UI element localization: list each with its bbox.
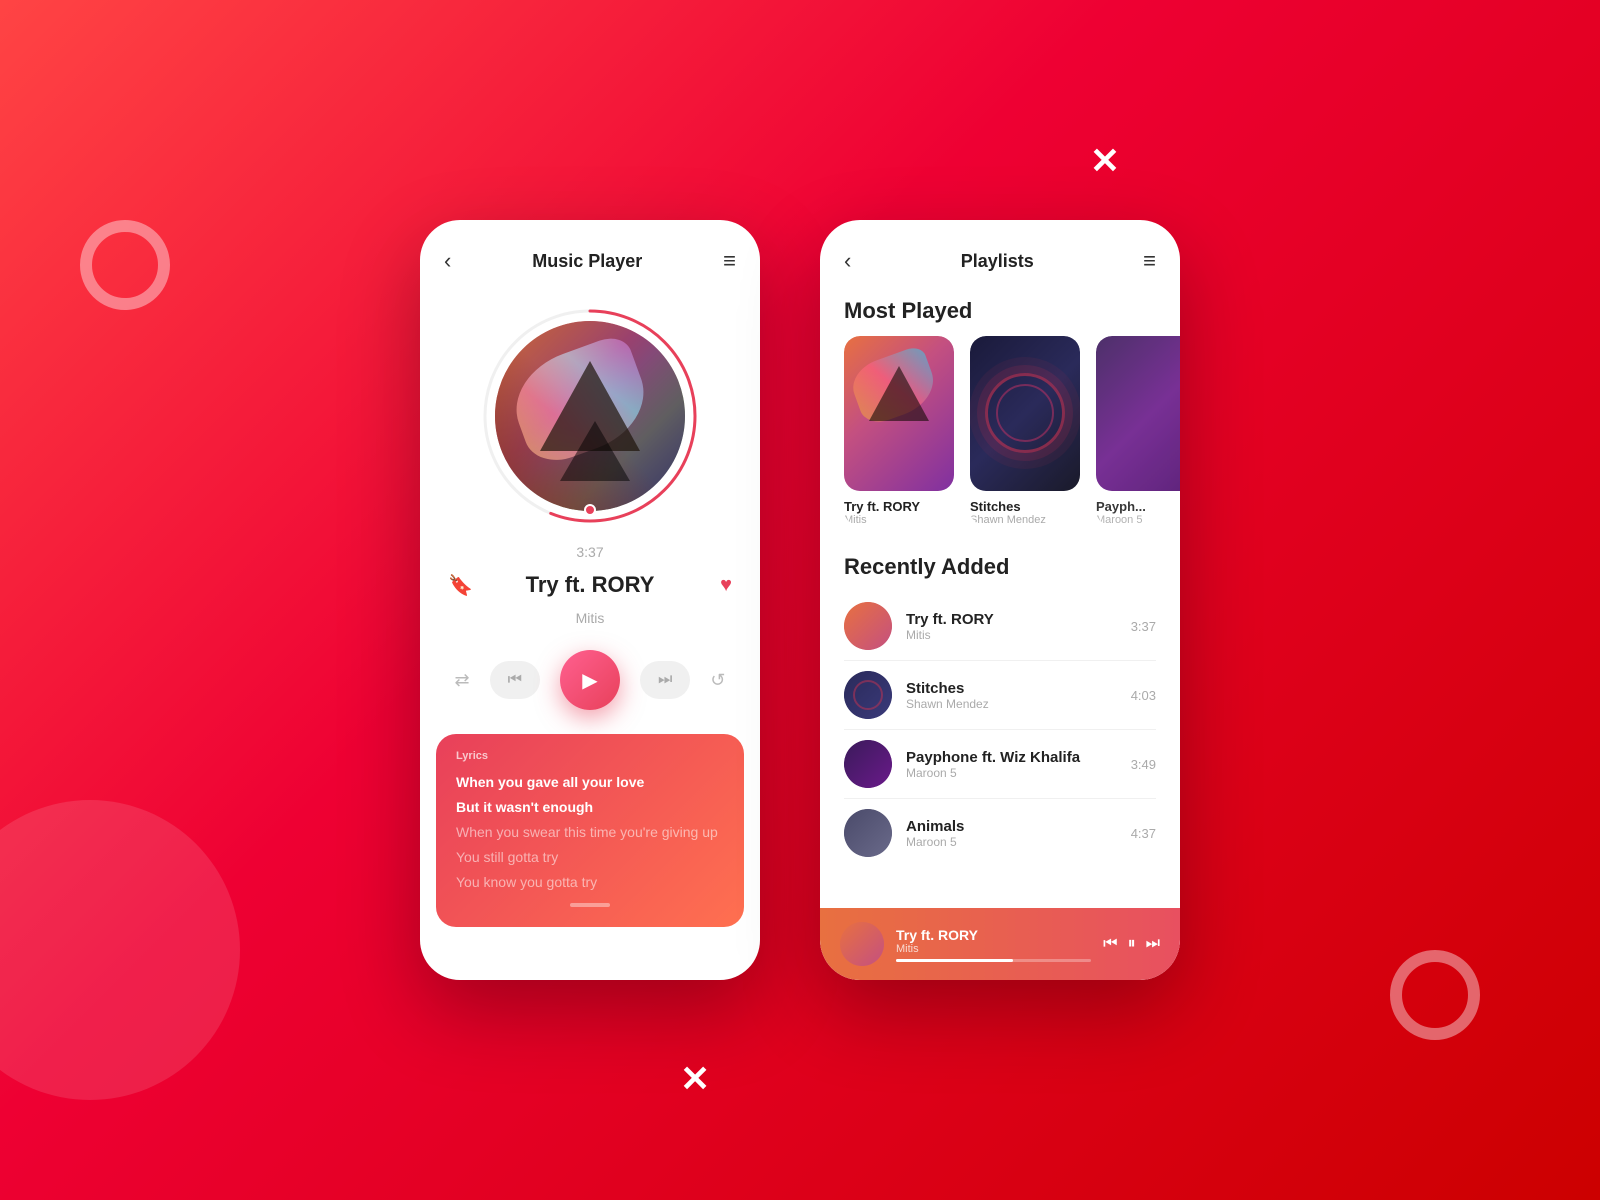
thumb-art-3 xyxy=(1096,336,1180,491)
album-art-section xyxy=(420,286,760,536)
song-title: Try ft. RORY xyxy=(526,572,655,598)
mandala-decoration xyxy=(985,373,1065,453)
mini-controls: ⏮ ⏸ ⏭ xyxy=(1103,935,1160,953)
playlists-back-button[interactable]: ‹ xyxy=(844,248,851,274)
thumb-art-inner-2 xyxy=(970,336,1080,491)
thumb-art-inner-3 xyxy=(1096,336,1180,491)
lyrics-line-3: When you swear this time you're giving u… xyxy=(456,822,724,843)
thumb-song-artist-1: Mitis xyxy=(844,514,954,526)
play-button[interactable]: ▶ xyxy=(560,650,620,710)
playlist-thumb-1[interactable]: Try ft. RORY Mitis xyxy=(844,336,954,526)
list-item-3[interactable]: Payphone ft. Wiz Khalifa Maroon 5 3:49 xyxy=(844,730,1156,799)
list-thumb-4 xyxy=(844,809,892,857)
player-header: ‹ Music Player ≡ xyxy=(420,220,760,286)
song-info: 🔖 Try ft. RORY ♥ xyxy=(420,564,760,606)
heart-icon[interactable]: ♥ xyxy=(720,574,732,597)
list-song-info-3: Payphone ft. Wiz Khalifa Maroon 5 xyxy=(906,749,1131,780)
lyrics-label: Lyrics xyxy=(456,750,724,762)
list-song-title-4: Animals xyxy=(906,818,1131,835)
playback-controls: ⇄ ⏮ ▶ ⏭ ↺ xyxy=(420,642,760,726)
progress-ring-container xyxy=(480,306,700,526)
playlists-menu-button[interactable]: ≡ xyxy=(1143,248,1156,274)
list-song-artist-2: Shawn Mendez xyxy=(906,697,1131,711)
recently-added-title: Recently Added xyxy=(820,542,1180,592)
scroll-indicator xyxy=(570,903,610,907)
mini-player-thumb xyxy=(840,922,884,966)
list-song-duration-3: 3:49 xyxy=(1131,757,1156,772)
list-song-title-3: Payphone ft. Wiz Khalifa xyxy=(906,749,1131,766)
playlist-thumb-2[interactable]: Stitches Shawn Mendez xyxy=(970,336,1080,526)
mini-player-title: Try ft. RORY xyxy=(896,927,1091,943)
player-menu-button[interactable]: ≡ xyxy=(723,248,736,274)
repeat-button[interactable]: ↺ xyxy=(710,670,725,691)
list-song-title-2: Stitches xyxy=(906,680,1131,697)
list-song-info-1: Try ft. RORY Mitis xyxy=(906,611,1131,642)
playlists-screen: ‹ Playlists ≡ Most Played Try ft. RORY M… xyxy=(820,220,1180,980)
mini-progress-fill xyxy=(896,959,1013,962)
lyrics-line-5: You know you gotta try xyxy=(456,872,724,893)
list-item-2[interactable]: Stitches Shawn Mendez 4:03 xyxy=(844,661,1156,730)
thumb-art-2 xyxy=(970,336,1080,491)
thumb-song-artist-3: Maroon 5 xyxy=(1096,514,1180,526)
playlists-title: Playlists xyxy=(961,251,1034,272)
list-song-duration-4: 4:37 xyxy=(1131,826,1156,841)
next-button[interactable]: ⏭ xyxy=(640,661,690,699)
list-thumb-2 xyxy=(844,671,892,719)
mini-next-button[interactable]: ⏭ xyxy=(1146,935,1160,953)
list-song-duration-1: 3:37 xyxy=(1131,619,1156,634)
list-item-1[interactable]: Try ft. RORY Mitis 3:37 xyxy=(844,592,1156,661)
list-song-title-1: Try ft. RORY xyxy=(906,611,1131,628)
music-player-screen: ‹ Music Player ≡ xyxy=(420,220,760,980)
progress-dot[interactable] xyxy=(584,504,596,516)
mini-prev-button[interactable]: ⏮ xyxy=(1103,935,1117,953)
mini-progress-bar[interactable] xyxy=(896,959,1091,962)
most-played-title: Most Played xyxy=(820,286,1180,336)
mini-pause-button[interactable]: ⏸ xyxy=(1128,935,1136,953)
shuffle-button[interactable]: ⇄ xyxy=(455,670,470,691)
list-song-artist-3: Maroon 5 xyxy=(906,766,1131,780)
player-back-button[interactable]: ‹ xyxy=(444,248,451,274)
most-played-scroll[interactable]: Try ft. RORY Mitis Stitches Shawn Mendez… xyxy=(820,336,1180,542)
mini-player-info: Try ft. RORY Mitis xyxy=(896,927,1091,962)
thumb-song-title-3: Payph... xyxy=(1096,499,1180,514)
album-art xyxy=(495,321,685,511)
thumb-song-artist-2: Shawn Mendez xyxy=(970,514,1080,526)
song-artist: Mitis xyxy=(420,610,760,626)
player-title: Music Player xyxy=(532,251,642,272)
list-thumb-1 xyxy=(844,602,892,650)
list-song-info-2: Stitches Shawn Mendez xyxy=(906,680,1131,711)
list-song-info-4: Animals Maroon 5 xyxy=(906,818,1131,849)
thumb-triangle-1 xyxy=(869,366,929,421)
bg-decoration-circle-left xyxy=(80,220,170,310)
bookmark-icon[interactable]: 🔖 xyxy=(448,573,473,598)
art-triangle2 xyxy=(560,421,630,481)
playlists-header: ‹ Playlists ≡ xyxy=(820,220,1180,286)
lyrics-line-4: You still gotta try xyxy=(456,847,724,868)
bg-decoration-circle-right xyxy=(1390,950,1480,1040)
list-thumb-3 xyxy=(844,740,892,788)
time-display: 3:37 xyxy=(420,544,760,560)
album-art-inner xyxy=(495,321,685,511)
thumb-song-title-1: Try ft. RORY xyxy=(844,499,954,514)
thumb-art-1 xyxy=(844,336,954,491)
list-item-4[interactable]: Animals Maroon 5 4:37 xyxy=(844,799,1156,867)
list-song-artist-4: Maroon 5 xyxy=(906,835,1131,849)
thumb-song-title-2: Stitches xyxy=(970,499,1080,514)
recently-added-list: Try ft. RORY Mitis 3:37 Stitches Shawn M… xyxy=(820,592,1180,908)
mini-player[interactable]: Try ft. RORY Mitis ⏮ ⏸ ⏭ xyxy=(820,908,1180,980)
bg-decoration-x-bottom: ✕ xyxy=(680,1058,710,1100)
bg-decoration-x-top: ✕ xyxy=(1090,140,1120,182)
mini-player-artist: Mitis xyxy=(896,943,1091,955)
screens-container: ‹ Music Player ≡ xyxy=(420,220,1180,980)
lyrics-line-2: But it wasn't enough xyxy=(456,797,724,818)
bg-decoration-blob xyxy=(0,800,240,1100)
list-song-duration-2: 4:03 xyxy=(1131,688,1156,703)
lyrics-line-1: When you gave all your love xyxy=(456,772,724,793)
lyrics-section: Lyrics When you gave all your love But i… xyxy=(436,734,744,927)
thumb-art-inner-1 xyxy=(844,336,954,491)
list-song-artist-1: Mitis xyxy=(906,628,1131,642)
playlist-thumb-3[interactable]: Payph... Maroon 5 xyxy=(1096,336,1180,526)
prev-button[interactable]: ⏮ xyxy=(490,661,540,699)
